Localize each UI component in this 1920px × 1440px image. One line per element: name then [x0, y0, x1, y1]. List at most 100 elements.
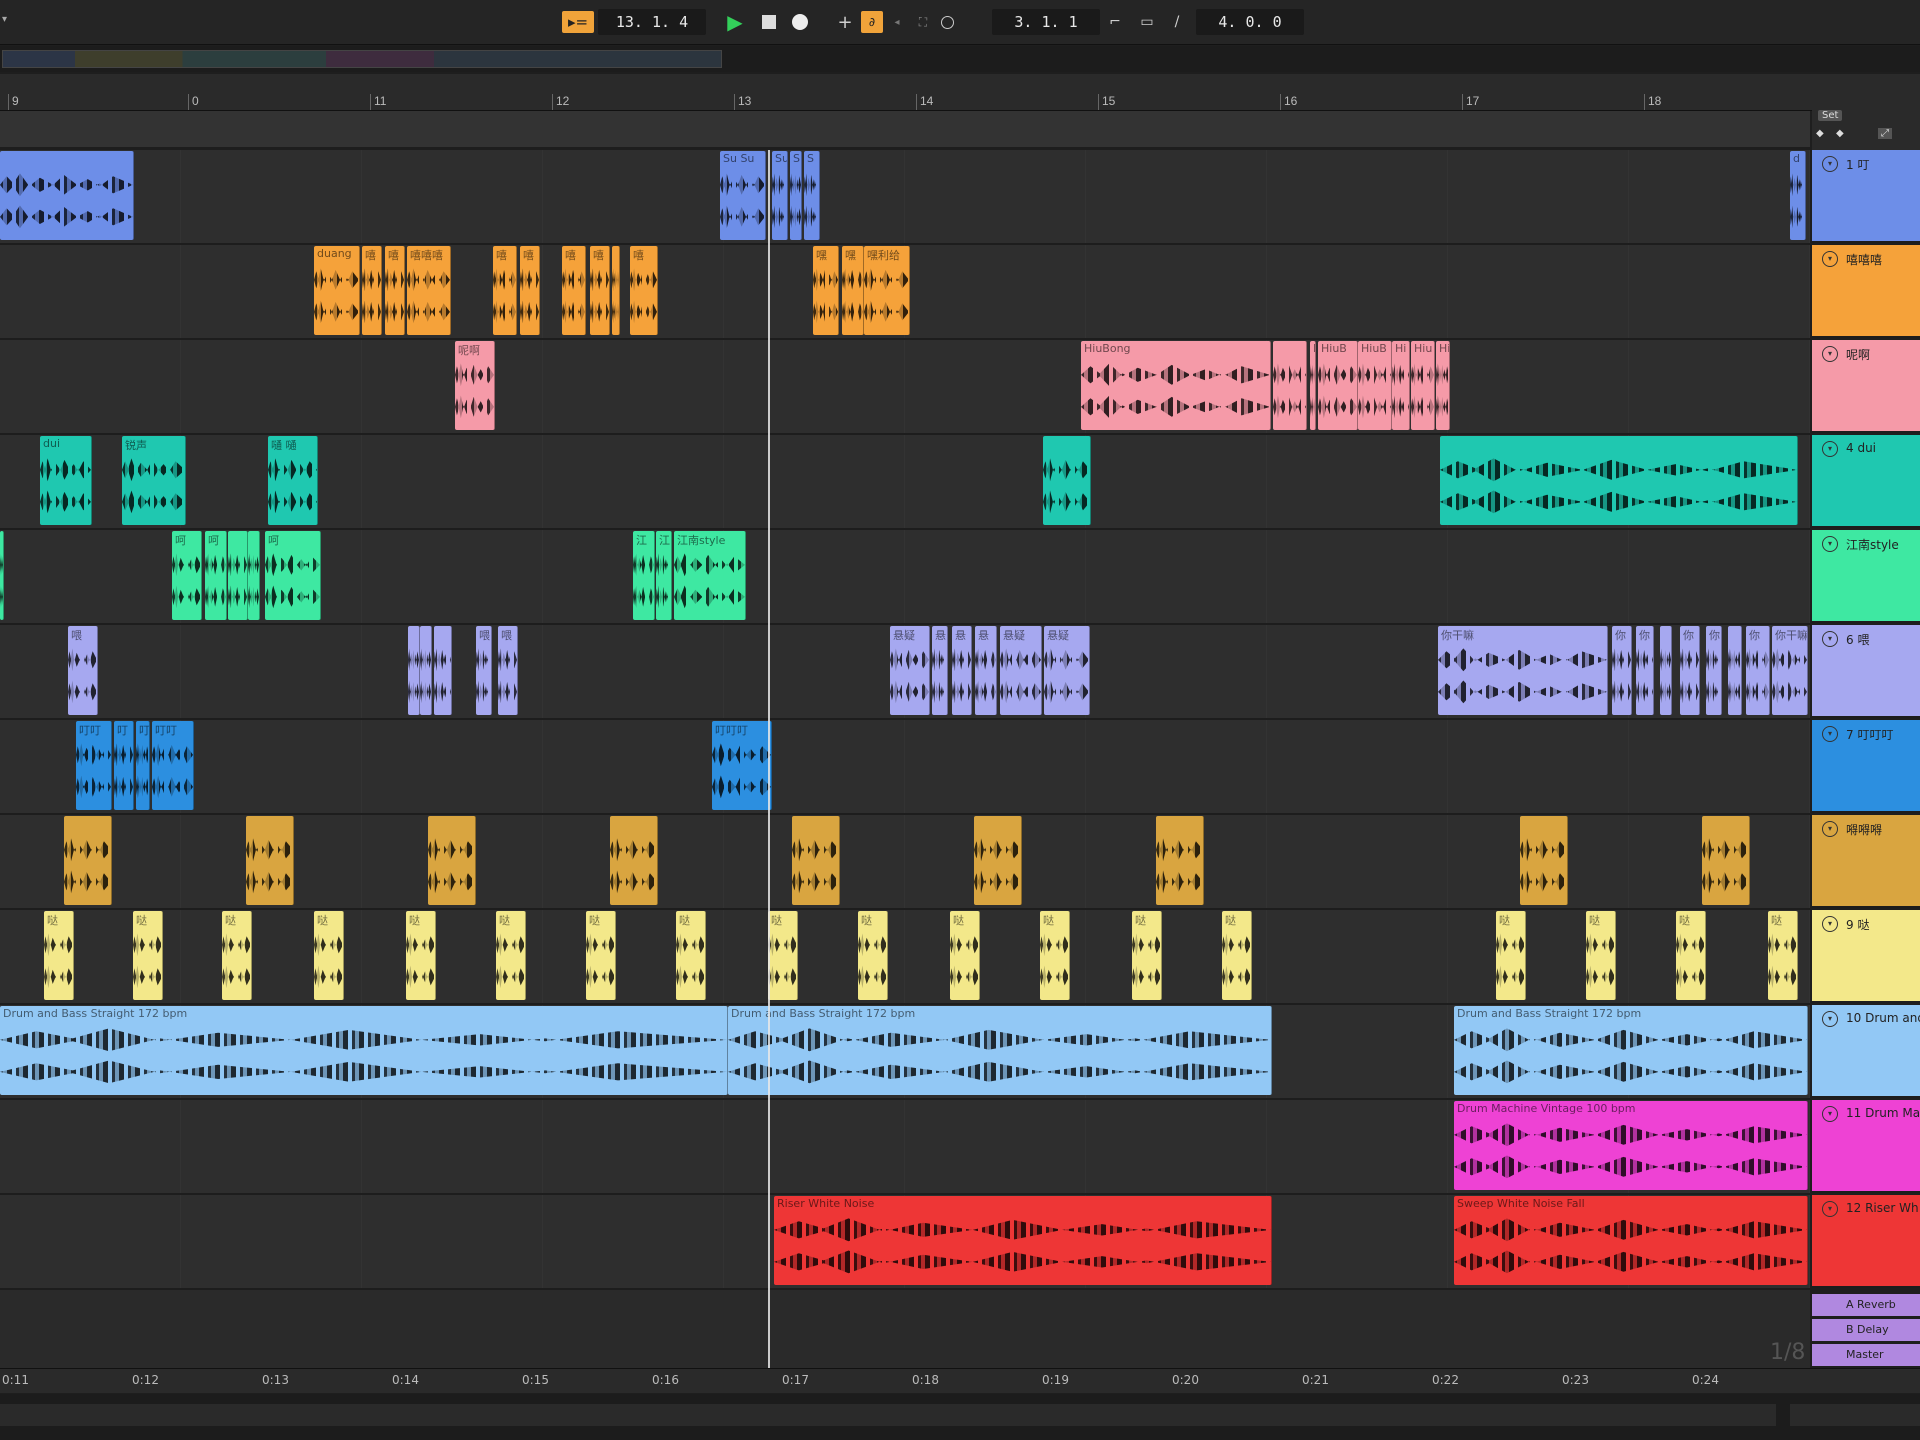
audio-clip[interactable]: [1156, 816, 1204, 905]
audio-clip[interactable]: Hi: [1436, 341, 1450, 430]
audio-clip[interactable]: 叮叮叮: [712, 721, 772, 810]
audio-clip[interactable]: 叮叮: [76, 721, 112, 810]
audio-clip[interactable]: 你: [1680, 626, 1700, 715]
track-header[interactable]: ▾ 嘻嘻嘻: [1812, 245, 1920, 338]
audio-clip[interactable]: 哒: [133, 911, 163, 1000]
audio-clip[interactable]: Drum Machine Vintage 100 bpm: [1454, 1101, 1808, 1190]
track-lane[interactable]: Drum and Bass Straight 172 bpm Drum and B…: [0, 1005, 1810, 1100]
audio-clip[interactable]: 哒: [586, 911, 616, 1000]
loop-brace-strip[interactable]: [0, 111, 1810, 147]
audio-clip[interactable]: [1440, 436, 1798, 525]
audio-clip[interactable]: Drum and Bass Straight 172 bpm: [1454, 1006, 1808, 1095]
audio-clip[interactable]: Drum and Bass Straight 172 bpm: [0, 1006, 728, 1095]
audio-clip[interactable]: 你: [1706, 626, 1722, 715]
play-icon[interactable]: ▶: [724, 10, 746, 34]
track-header[interactable]: ▾ 7 叮叮叮: [1812, 720, 1920, 813]
audio-clip[interactable]: 你干嘛: [1438, 626, 1608, 715]
beat-time-ruler[interactable]: 9 0 11 12 13 14 15 16 17 18: [0, 74, 1920, 111]
audio-clip[interactable]: 嘻: [590, 246, 610, 335]
audio-clip[interactable]: HiuBong: [1081, 341, 1271, 430]
audio-clip[interactable]: 嘿: [813, 246, 839, 335]
audio-clip[interactable]: 哒: [1132, 911, 1162, 1000]
audio-clip[interactable]: 悬: [932, 626, 948, 715]
track-lane[interactable]: dui 锐声 嗵 嗵: [0, 435, 1810, 530]
track-header[interactable]: ▾ 江南style: [1812, 530, 1920, 623]
audio-clip[interactable]: 喂: [498, 626, 518, 715]
track-lane[interactable]: Drum Machine Vintage 100 bpm: [0, 1100, 1810, 1195]
fold-icon[interactable]: ▾: [1822, 1011, 1838, 1027]
audio-clip[interactable]: 嘿: [842, 246, 864, 335]
audio-clip[interactable]: [1728, 626, 1742, 715]
punch-out-icon[interactable]: /: [1166, 11, 1188, 33]
arrangement-view[interactable]: Su SuSuSSdduang嘻嘻嘻嘻嘻嘻嘻嘻嘻嘻嘿嘿嘿利给呢啊HiuBongH…: [0, 150, 1810, 1290]
fold-icon[interactable]: ▾: [1822, 251, 1838, 267]
punch-in-icon[interactable]: ⌐: [1104, 11, 1126, 33]
return-track-header[interactable]: Master: [1812, 1344, 1920, 1366]
audio-clip[interactable]: 哒: [1586, 911, 1616, 1000]
track-header[interactable]: ▾ 1 叮: [1812, 150, 1920, 243]
audio-clip[interactable]: 你: [1636, 626, 1654, 715]
fold-icon[interactable]: ▾: [1822, 536, 1838, 552]
audio-clip[interactable]: 哒: [496, 911, 526, 1000]
track-header[interactable]: ▾ 9 哒: [1812, 910, 1920, 1003]
audio-clip[interactable]: 嘻: [362, 246, 382, 335]
audio-clip[interactable]: 你干嘛: [1772, 626, 1808, 715]
audio-clip[interactable]: 哒: [44, 911, 74, 1000]
fold-icon[interactable]: ▾: [1822, 631, 1838, 647]
track-lane[interactable]: 呢啊 HiuBong H HiuB HiuB Hi Hiu Hi: [0, 340, 1810, 435]
audio-clip[interactable]: 江: [633, 531, 655, 620]
track-lane[interactable]: Riser White Noise Sweep White Noise Fall: [0, 1195, 1810, 1290]
audio-clip[interactable]: 哒: [1676, 911, 1706, 1000]
track-header[interactable]: ▾ 10 Drum and: [1812, 1005, 1920, 1098]
loop-length-field[interactable]: 4. 0. 0: [1196, 9, 1304, 35]
audio-clip[interactable]: Hiu: [1411, 341, 1435, 430]
fold-icon[interactable]: ▾: [1822, 916, 1838, 932]
audio-clip[interactable]: 哒: [1496, 911, 1526, 1000]
time-ruler[interactable]: 0:11 0:12 0:13 0:14 0:15 0:16 0:17 0:18 0:19 0:20…: [0, 1368, 1920, 1393]
audio-clip[interactable]: 叮: [136, 721, 150, 810]
audio-clip[interactable]: 叮: [114, 721, 134, 810]
audio-clip[interactable]: 你: [1612, 626, 1632, 715]
record-icon[interactable]: [789, 11, 811, 33]
audio-clip[interactable]: 喂: [68, 626, 98, 715]
reenable-automation-icon[interactable]: ◂: [886, 11, 908, 33]
fold-icon[interactable]: ▾: [1822, 1106, 1838, 1122]
follow-button[interactable]: ▸=: [562, 11, 594, 33]
audio-clip[interactable]: [408, 626, 420, 715]
return-track-header[interactable]: B Delay: [1812, 1319, 1920, 1341]
audio-clip[interactable]: Drum and Bass Straight 172 bpm: [728, 1006, 1272, 1095]
audio-clip[interactable]: S: [790, 151, 802, 240]
audio-clip[interactable]: Riser White Noise: [774, 1196, 1272, 1285]
audio-clip[interactable]: [0, 151, 134, 240]
loop-switch-icon[interactable]: ▭: [1136, 11, 1158, 33]
track-header[interactable]: ▾ 12 Riser Wh: [1812, 1195, 1920, 1288]
audio-clip[interactable]: 悬: [952, 626, 972, 715]
track-lane[interactable]: Su Su Su SSd: [0, 150, 1810, 245]
audio-clip[interactable]: HiuB: [1358, 341, 1392, 430]
audio-clip[interactable]: 喂: [476, 626, 492, 715]
arrangement-overview[interactable]: [0, 46, 1920, 72]
audio-clip[interactable]: 呵: [205, 531, 227, 620]
audio-clip[interactable]: d: [1790, 151, 1806, 240]
audio-clip[interactable]: Sweep White Noise Fall: [1454, 1196, 1808, 1285]
return-track-header[interactable]: A Reverb: [1812, 1294, 1920, 1316]
audio-clip[interactable]: 江: [656, 531, 672, 620]
audio-clip[interactable]: [1702, 816, 1750, 905]
audio-clip[interactable]: [434, 626, 452, 715]
menu-chevron-icon[interactable]: ▾: [2, 14, 12, 28]
track-lane[interactable]: 哒哒哒哒哒哒哒哒哒哒哒哒哒哒哒哒哒哒: [0, 910, 1810, 1005]
audio-clip[interactable]: HiuB: [1318, 341, 1358, 430]
track-header[interactable]: ▾ 呢啊: [1812, 340, 1920, 433]
fold-icon[interactable]: ▾: [1822, 726, 1838, 742]
audio-clip[interactable]: [420, 626, 432, 715]
audio-clip[interactable]: 哒: [1040, 911, 1070, 1000]
audio-clip[interactable]: Su: [772, 151, 788, 240]
audio-clip[interactable]: 哒: [676, 911, 706, 1000]
audio-clip[interactable]: 呢啊: [455, 341, 495, 430]
automation-arm-icon[interactable]: ∂: [861, 11, 883, 33]
audio-clip[interactable]: 嘻嘻嘻: [407, 246, 451, 335]
audio-clip[interactable]: H: [1310, 341, 1316, 430]
audio-clip[interactable]: [792, 816, 840, 905]
audio-clip[interactable]: 嘿利给: [864, 246, 910, 335]
audio-clip[interactable]: [1660, 626, 1672, 715]
